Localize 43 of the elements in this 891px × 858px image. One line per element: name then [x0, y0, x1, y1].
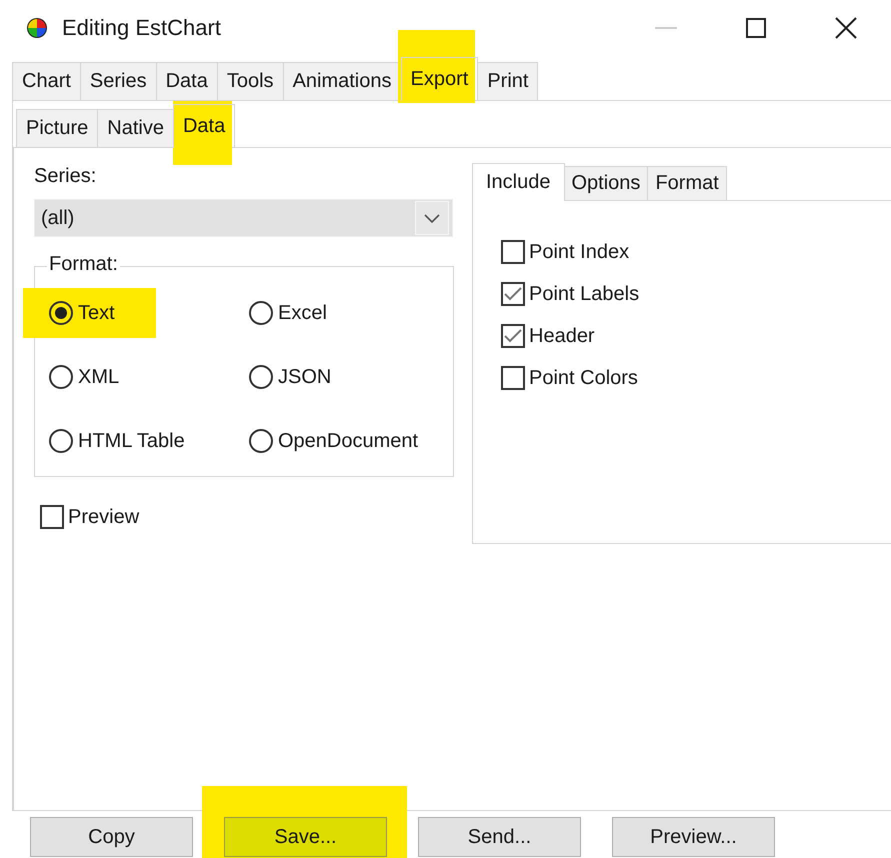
checkbox-label: Point Colors: [529, 366, 638, 390]
series-label: Series:: [34, 164, 98, 188]
checkbox[interactable]: [501, 366, 525, 390]
radio-label: HTML Table: [78, 430, 185, 452]
button[interactable]: Copy: [30, 817, 193, 857]
series-dropdown[interactable]: (all): [34, 199, 453, 237]
radio-label: XML: [78, 366, 120, 388]
radio-button[interactable]: [49, 429, 73, 453]
tab[interactable]: Picture: [16, 109, 98, 147]
checkbox-label: Preview: [68, 506, 140, 528]
button[interactable]: Preview...: [612, 817, 775, 857]
radio-button[interactable]: [249, 365, 273, 389]
radio-label: OpenDocument: [278, 430, 418, 452]
checkbox[interactable]: [501, 282, 525, 306]
chevron-down-icon: [424, 214, 440, 222]
maximize-icon[interactable]: [746, 18, 766, 38]
close-icon[interactable]: [835, 16, 857, 38]
checkbox-label: Header: [529, 324, 595, 348]
tab[interactable]: Options: [564, 166, 648, 200]
tab[interactable]: Chart: [12, 62, 81, 100]
checkbox-label: Point Index: [529, 240, 630, 264]
tab[interactable]: Data: [156, 62, 218, 100]
checkbox-label: Point Labels: [529, 282, 640, 306]
checkbox[interactable]: [501, 324, 525, 348]
tab[interactable]: Series: [80, 62, 157, 100]
app-icon: [26, 16, 48, 38]
window-title: Editing EstChart: [62, 14, 222, 40]
checkbox[interactable]: [501, 240, 525, 264]
radio-button[interactable]: [249, 301, 273, 325]
radio-button[interactable]: [249, 429, 273, 453]
button[interactable]: Save...: [224, 817, 387, 857]
radio-label: Text: [78, 302, 115, 324]
tab[interactable]: Include: [472, 163, 564, 201]
tab[interactable]: Format: [647, 166, 727, 200]
tab[interactable]: Tools: [216, 62, 284, 100]
radio-label: JSON: [278, 366, 332, 388]
radio-button[interactable]: [49, 301, 73, 325]
tab[interactable]: Native: [97, 109, 174, 147]
radio-label: Excel: [278, 302, 327, 324]
radio-button[interactable]: [49, 365, 73, 389]
button[interactable]: Send...: [418, 817, 581, 857]
tab[interactable]: Print: [477, 62, 538, 100]
checkbox[interactable]: [40, 505, 64, 529]
